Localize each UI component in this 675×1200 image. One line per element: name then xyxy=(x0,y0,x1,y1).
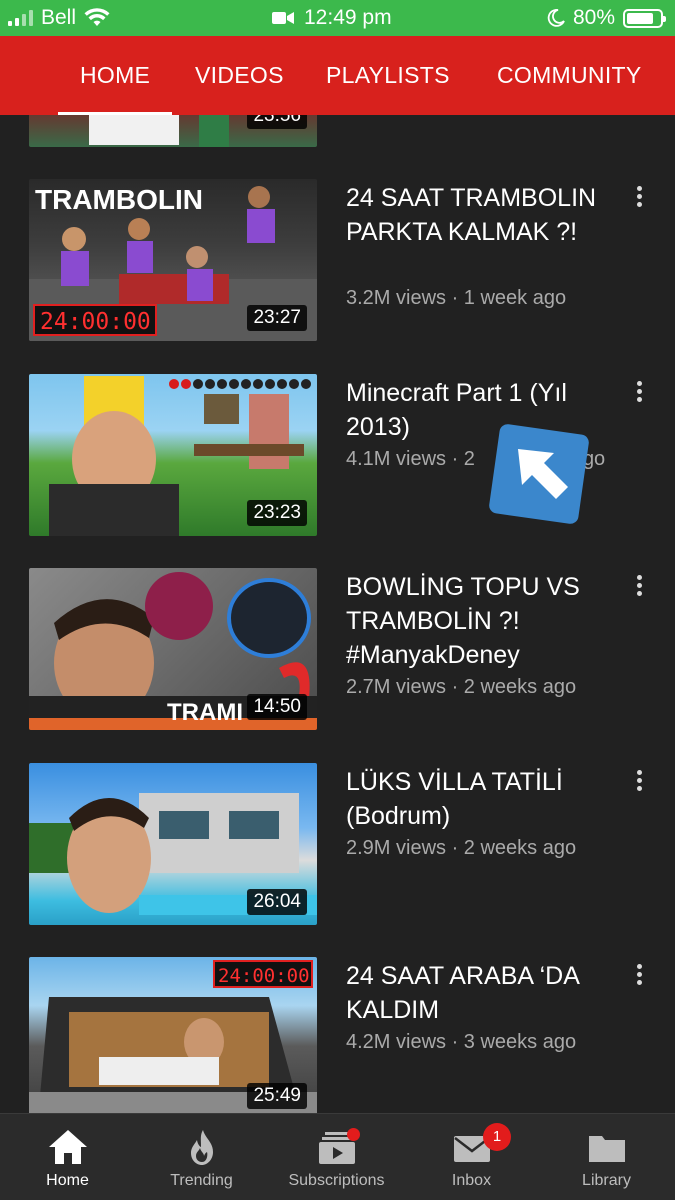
video-row: 24:00:00 25:49 24 SAAT ARABA ‘DA KALDIM … xyxy=(0,957,675,1113)
nav-label: Inbox xyxy=(451,1172,492,1189)
nav-label: Home xyxy=(46,1172,89,1189)
more-options-icon[interactable] xyxy=(630,961,648,991)
status-left: Bell xyxy=(8,6,110,30)
nav-home[interactable]: Home xyxy=(0,1114,135,1200)
video-duration: 23:27 xyxy=(247,305,307,331)
video-meta: 3.2M views · 1 week ago xyxy=(346,287,567,309)
more-options-icon[interactable] xyxy=(630,572,648,602)
more-options-icon[interactable] xyxy=(630,378,648,408)
nav-subscriptions[interactable]: Subscriptions xyxy=(269,1114,404,1200)
signal-icon xyxy=(8,10,33,26)
video-meta: 2.9M views · 2 weeks ago xyxy=(346,837,577,859)
video-thumbnail[interactable]: 26:04 xyxy=(29,763,317,925)
carrier-name: Bell xyxy=(41,6,77,29)
tab-playlists[interactable]: PLAYLISTS xyxy=(326,36,450,115)
nav-label: Trending xyxy=(170,1172,233,1189)
video-thumbnail[interactable]: 23:23 xyxy=(29,374,317,536)
thumbnail-text: TRAMBOLIN xyxy=(35,184,203,215)
wifi-icon xyxy=(84,8,110,26)
video-thumbnail[interactable]: TRAMI 14:50 xyxy=(29,568,317,730)
video-record-icon xyxy=(272,12,294,24)
nav-inbox[interactable]: 1 Inbox xyxy=(404,1114,539,1200)
video-duration: 23:56 xyxy=(247,115,307,129)
folder-icon xyxy=(588,1136,625,1162)
notification-dot xyxy=(347,1128,360,1141)
video-title[interactable]: 24 SAAT ARABA ‘DA KALDIM xyxy=(346,959,616,1027)
nav-label: Library xyxy=(582,1172,631,1189)
video-duration: 25:49 xyxy=(247,1083,307,1109)
more-options-icon[interactable] xyxy=(630,183,648,213)
video-title[interactable]: LÜKS VİLLA TATİLİ (Bodrum) xyxy=(346,765,616,833)
video-title[interactable]: 24 SAAT TRAMBOLIN PARKTA KALMAK ?! xyxy=(346,181,616,249)
video-row: TRAMBOLIN 24:00:00 23:27 24 SAAT TRAMBOL… xyxy=(0,179,675,341)
bottom-navigation: Home Trending Subscriptions 1 Inbox Libr… xyxy=(0,1113,675,1200)
video-thumbnail[interactable]: 24:00:00 25:49 xyxy=(29,957,317,1113)
status-center: 12:49 pm xyxy=(272,6,392,30)
video-duration: 14:50 xyxy=(247,694,307,720)
moon-icon xyxy=(547,9,565,27)
video-thumbnail[interactable]: 23:56 xyxy=(29,115,317,147)
home-icon xyxy=(48,1130,87,1164)
video-list: 23:56 TRAMBOLIN 24:00:00 23:27 24 SAAT T… xyxy=(0,115,675,1113)
video-meta: 2.7M views · 2 weeks ago xyxy=(346,676,577,698)
status-right: 80% xyxy=(547,6,666,30)
channel-tabs: HOME VIDEOS PLAYLISTS COMMUNITY xyxy=(0,36,675,115)
thumbnail-text: TRAMI xyxy=(167,699,243,726)
video-duration: 26:04 xyxy=(247,889,307,915)
tab-community[interactable]: COMMUNITY xyxy=(497,36,642,115)
video-meta: 4.2M views · 3 weeks ago xyxy=(346,1031,577,1053)
video-row: 23:56 xyxy=(0,115,675,147)
flame-icon xyxy=(190,1130,213,1165)
battery-percent: 80% xyxy=(572,6,615,29)
video-thumbnail[interactable]: TRAMBOLIN 24:00:00 23:27 xyxy=(29,179,317,341)
inbox-badge: 1 xyxy=(483,1123,511,1151)
nav-library[interactable]: Library xyxy=(539,1114,674,1200)
status-time: 12:49 pm xyxy=(304,6,392,29)
video-duration: 23:23 xyxy=(247,500,307,526)
nav-trending[interactable]: Trending xyxy=(134,1114,269,1200)
thumbnail-timer: 24:00:00 xyxy=(218,965,310,987)
video-title[interactable]: BOWLİNG TOPU VS TRAMBOLİN ?! #ManyakDene… xyxy=(346,570,616,672)
nav-label: Subscriptions xyxy=(288,1172,385,1189)
thumbnail-timer: 24:00:00 xyxy=(40,309,151,335)
video-row: 26:04 LÜKS VİLLA TATİLİ (Bodrum) 2.9M vi… xyxy=(0,763,675,925)
battery-icon xyxy=(623,8,666,28)
video-meta-visible: 4.1M views · 2 xyxy=(346,448,475,470)
more-options-icon[interactable] xyxy=(630,767,648,797)
battery-fill xyxy=(627,12,653,24)
arrow-cursor-icon xyxy=(489,424,589,524)
status-bar: Bell 12:49 pm 80% xyxy=(0,0,675,36)
tab-videos[interactable]: VIDEOS xyxy=(195,36,284,115)
video-row: TRAMI 14:50 BOWLİNG TOPU VS TRAMBOLİN ?!… xyxy=(0,568,675,730)
tab-home[interactable]: HOME xyxy=(57,36,173,115)
